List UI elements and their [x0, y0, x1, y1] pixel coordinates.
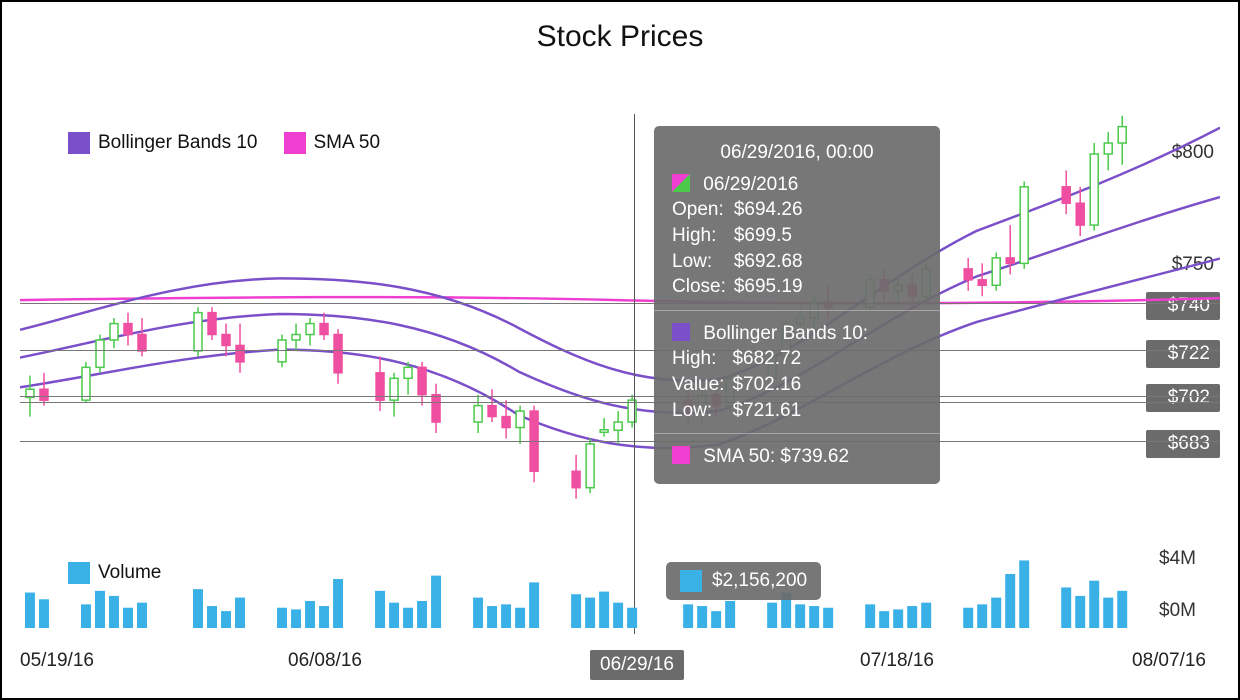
tooltip-bb-label: Bollinger Bands 10:	[703, 323, 868, 344]
square-icon	[672, 446, 690, 464]
tooltip-value: $682.72	[732, 346, 801, 372]
volume-plot[interactable]: Volume $4M $0M	[20, 542, 1220, 628]
chart-frame: Stock Prices Bollinger Bands 10 SMA 50 $…	[0, 0, 1240, 700]
x-crosshair-badge: 06/29/16	[590, 650, 684, 680]
square-icon	[672, 174, 690, 192]
bb-lower	[20, 259, 1220, 448]
price-plot[interactable]	[20, 102, 1220, 526]
x-tick-label: 08/07/16	[1132, 650, 1206, 672]
volume-svg	[20, 542, 1220, 628]
x-tick-label: 05/19/16	[20, 650, 94, 672]
tooltip: 06/29/2016, 00:00 06/29/2016 Open:$694.2…	[654, 126, 940, 484]
square-icon	[68, 562, 90, 584]
volume-tooltip-value: $2,156,200	[712, 570, 807, 592]
x-tick-label: 07/18/16	[860, 650, 934, 672]
y-tick-label: $4M	[1159, 548, 1196, 570]
square-icon	[680, 570, 702, 592]
volume-tooltip: $2,156,200	[666, 562, 821, 600]
tooltip-value: $699.5	[734, 223, 803, 249]
tooltip-sma-label: SMA 50:	[703, 446, 775, 467]
x-tick-label: 06/08/16	[288, 650, 362, 672]
tooltip-value: $702.16	[732, 372, 801, 398]
y-tick-label: $0M	[1159, 600, 1196, 622]
tooltip-header: 06/29/2016, 00:00	[672, 140, 922, 166]
tooltip-bb-table: High:$682.72 Value:$702.16 Low:$721.61	[672, 346, 801, 423]
legend-item-volume[interactable]: Volume	[68, 562, 161, 584]
tooltip-sma-value: $739.62	[780, 446, 849, 467]
legend-label: Volume	[98, 562, 161, 584]
price-svg	[20, 102, 1220, 526]
tooltip-ohlc-table: Open:$694.26 High:$699.5 Low:$692.68 Clo…	[672, 197, 803, 300]
tooltip-ohlc-date: 06/29/2016	[703, 174, 798, 195]
square-icon	[672, 323, 690, 341]
chart-title: Stock Prices	[2, 20, 1238, 54]
tooltip-value: $721.61	[732, 398, 801, 424]
tooltip-value: $692.68	[734, 249, 803, 275]
tooltip-value: $695.19	[734, 274, 803, 300]
volume-bars	[25, 560, 1127, 628]
tooltip-value: $694.26	[734, 197, 803, 223]
